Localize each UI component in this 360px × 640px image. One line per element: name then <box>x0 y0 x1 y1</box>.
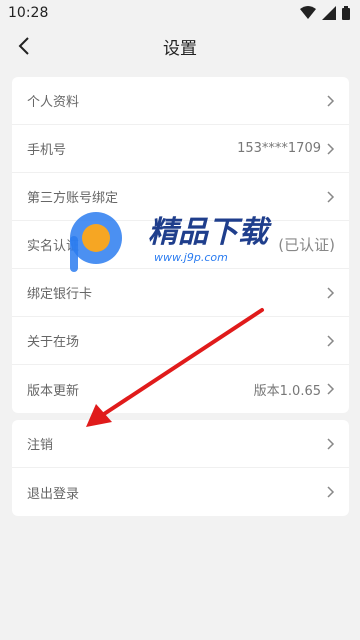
row-version-update[interactable]: 版本更新 版本1.0.65 <box>12 365 349 413</box>
row-bank-card[interactable]: 绑定银行卡 <box>12 269 349 317</box>
chevron-right-icon <box>327 142 335 155</box>
row-profile[interactable]: 个人资料 <box>12 77 349 125</box>
row-label: 版本更新 <box>27 383 80 399</box>
row-label: 退出登录 <box>27 486 80 502</box>
row-deregister[interactable]: 注销 <box>12 420 349 468</box>
watermark-title: 精品下载 <box>148 215 272 250</box>
chevron-right-icon <box>327 286 335 299</box>
row-phone[interactable]: 手机号 153****1709 <box>12 125 349 173</box>
row-label: 个人资料 <box>27 95 80 110</box>
watermark-url: www.j9p.com <box>154 251 228 264</box>
version-value: 版本1.0.65 <box>253 383 321 399</box>
settings-account-card: 注销 退出登录 <box>12 420 349 516</box>
chevron-right-icon <box>327 334 335 347</box>
chevron-right-icon <box>327 190 335 203</box>
chevron-right-icon <box>327 437 335 450</box>
row-label: 手机号 <box>27 143 67 158</box>
row-label: 注销 <box>27 438 54 453</box>
j9p-logo-icon: 精品下载 www.j9p.com <box>70 212 272 272</box>
row-label: 绑定银行卡 <box>27 287 93 302</box>
row-label: 关于在场 <box>27 335 80 350</box>
nav-bar: 设置 <box>0 26 360 66</box>
chevron-right-icon <box>327 94 335 107</box>
status-bar: 10:28 <box>0 0 360 26</box>
row-about[interactable]: 关于在场 <box>12 317 349 365</box>
cell-signal-icon <box>322 6 336 20</box>
battery-icon <box>342 6 350 20</box>
chevron-right-icon <box>327 383 335 395</box>
row-logout[interactable]: 退出登录 <box>12 468 349 516</box>
back-arrow-icon <box>18 37 29 55</box>
chevron-right-icon <box>327 486 335 498</box>
status-icons <box>300 6 350 20</box>
phone-value: 153****1709 <box>237 141 321 156</box>
page-title: 设置 <box>163 38 197 59</box>
row-label: 第三方账号绑定 <box>27 191 119 206</box>
status-time: 10:28 <box>8 5 49 21</box>
watermark-logo: 精品下载 www.j9p.com <box>64 208 344 274</box>
wifi-icon <box>300 6 316 19</box>
back-button[interactable] <box>12 34 36 58</box>
